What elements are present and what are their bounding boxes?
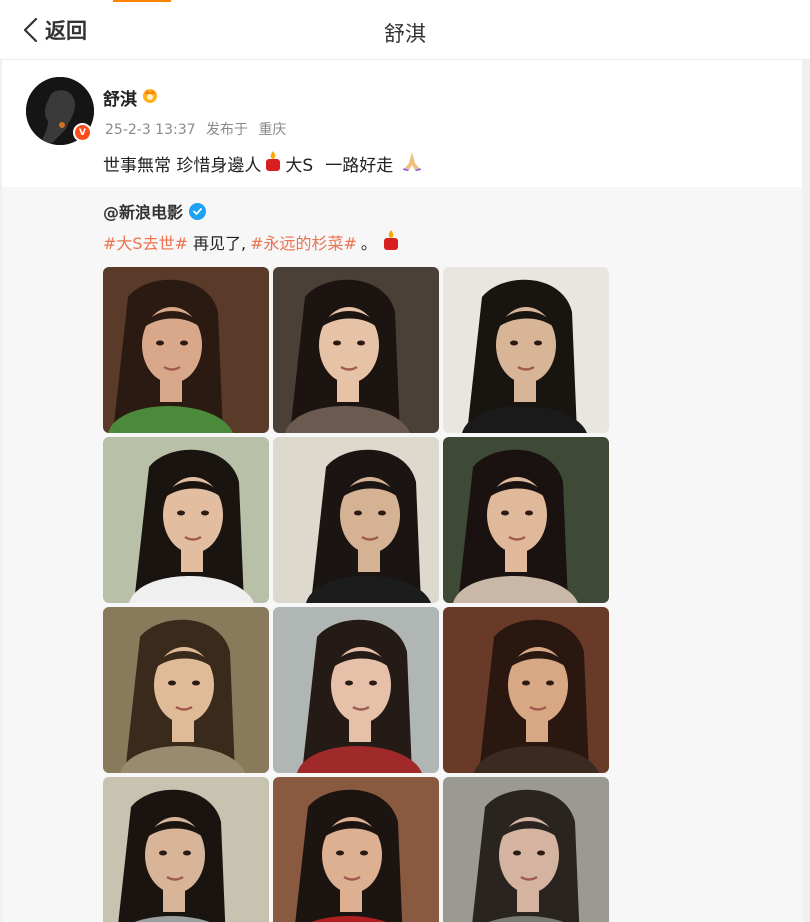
post-meta: 25-2-3 13:37 发布于 重庆	[105, 119, 286, 139]
hashtag-link-1[interactable]: #大S去世#	[103, 230, 188, 254]
post-text-part1: 世事無常 珍惜身邊人	[103, 156, 262, 176]
hashtag-link-2[interactable]: #永远的杉菜#	[250, 230, 357, 254]
location-prefix: 发布于	[205, 122, 248, 138]
page-title: 舒淇	[384, 22, 426, 46]
crown-badge-icon	[141, 86, 159, 109]
post-content: 世事無常 珍惜身邊人 大S 一路好走	[103, 150, 425, 177]
active-tab-accent	[113, 0, 171, 2]
photo-thumbnail[interactable]	[273, 437, 439, 603]
photo-thumbnail[interactable]	[273, 607, 439, 773]
photo-thumbnail[interactable]	[103, 777, 269, 922]
post-timestamp: 25-2-3 13:37	[105, 122, 196, 138]
photo-thumbnail[interactable]	[443, 607, 609, 773]
repost-block[interactable]: @新浪电影 #大S去世# 再见了, #永远的杉菜# 。	[2, 187, 802, 922]
repost-author[interactable]: @新浪电影	[103, 199, 207, 223]
blue-verified-icon	[189, 202, 207, 220]
photo-thumbnail[interactable]	[103, 267, 269, 433]
weibo-post: V 舒淇 25-2-3 13:37 发布于 重庆 世事無常 珍惜身邊人 大S 一…	[2, 60, 802, 187]
post-text-part2: 大S	[285, 156, 314, 176]
candle-emoji-icon	[263, 150, 283, 177]
photo-thumbnail[interactable]	[443, 777, 609, 922]
photo-thumbnail[interactable]	[443, 267, 609, 433]
post-username[interactable]: 舒淇	[103, 85, 159, 110]
username-text: 舒淇	[103, 90, 137, 110]
photo-thumbnail[interactable]	[443, 437, 609, 603]
photo-thumbnail[interactable]	[273, 267, 439, 433]
top-bar: 返回 舒淇	[0, 0, 810, 60]
post-location: 重庆	[258, 122, 287, 138]
post-text-part3: 一路好走	[325, 156, 394, 176]
photo-thumbnail[interactable]	[103, 437, 269, 603]
repost-text-end: 。	[360, 234, 377, 253]
repost-text-middle: 再见了,	[192, 234, 247, 253]
candle-emoji-icon	[381, 229, 401, 255]
verified-badge-icon: V	[73, 123, 92, 142]
repost-text: #大S去世# 再见了, #永远的杉菜# 。	[103, 229, 403, 255]
photo-thumbnail[interactable]	[273, 777, 439, 922]
photo-thumbnail[interactable]	[103, 607, 269, 773]
photo-grid	[103, 267, 613, 922]
repost-author-name: @新浪电影	[103, 203, 184, 222]
pray-emoji-icon	[401, 150, 423, 177]
